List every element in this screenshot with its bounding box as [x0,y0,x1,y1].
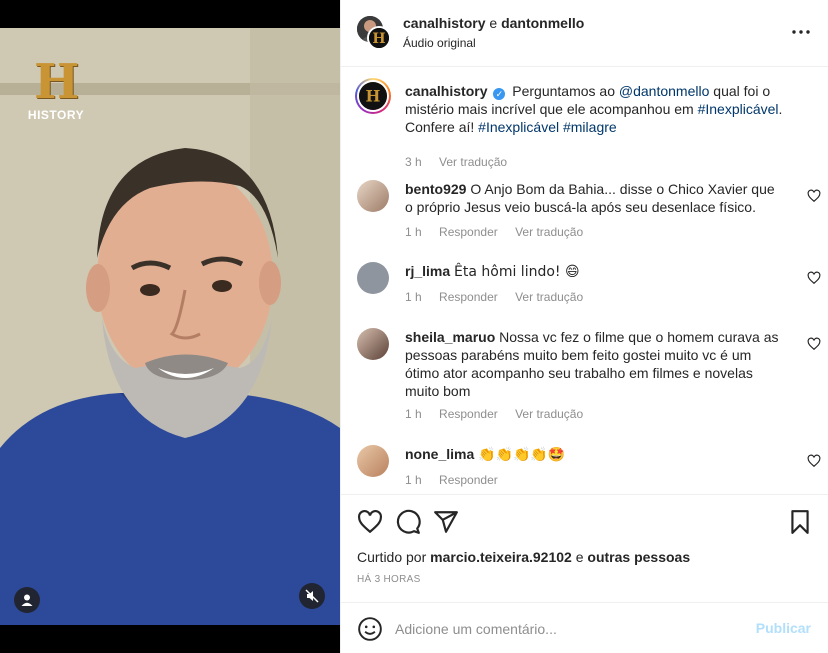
caption-text: canalhistory ✓ Perguntamos ao @dantonmel… [405,82,785,136]
video-letterbox-top [0,0,340,28]
save-bookmark-icon[interactable] [787,509,813,535]
comment-meta: 1 h Responder [405,473,512,487]
history-avatar[interactable]: H [367,26,391,50]
comment-username[interactable]: bento929 [405,181,466,197]
comment-username[interactable]: rj_lima [405,263,450,279]
reply-button[interactable]: Responder [439,473,498,487]
audio-label[interactable]: Áudio original [403,36,476,50]
post-header: H canalhistory e dantonmello Áudio origi… [341,0,828,67]
comment-bubble-icon[interactable] [395,509,421,535]
translate-link[interactable]: Ver tradução [439,155,507,169]
comment-body: none_lima 👏👏👏👏🤩 [405,445,785,464]
likes-summary: Curtido por marcio.teixeira.92102 e outr… [357,549,690,565]
verified-badge-icon: ✓ [493,88,506,100]
reply-button[interactable]: Responder [439,290,498,304]
tagged-users-button[interactable] [14,587,40,613]
emoji-smiley-icon[interactable] [357,616,383,642]
comment-body: rj_lima Êta hômi lindo! 😄 [405,262,785,281]
likes-joiner: e [575,549,584,565]
publish-button[interactable]: Publicar [756,620,811,636]
post-actions: Curtido por marcio.teixeira.92102 e outr… [341,494,828,602]
caption-username[interactable]: canalhistory [405,83,487,99]
comment-meta: 1 h Responder Ver tradução [405,290,597,304]
commenter-avatar[interactable] [357,328,389,360]
video-pane[interactable]: H HISTORY [0,0,340,653]
comment-input[interactable] [395,617,745,641]
comment-item: rj_lima Êta hômi lindo! 😄 1 h Responder … [357,262,821,306]
commenter-avatar[interactable] [357,262,389,294]
commenter-avatar[interactable] [357,180,389,212]
like-comment-heart-icon[interactable] [807,189,821,203]
caption-meta: 3 h Ver tradução [405,155,521,169]
ellipsis-icon [792,30,810,34]
caption-avatar[interactable]: H [355,78,391,114]
more-options-button[interactable] [789,22,813,42]
history-h-icon: H [369,28,389,48]
like-comment-heart-icon[interactable] [807,454,821,468]
comment-username[interactable]: sheila_maruo [405,329,495,345]
video-letterbox-bottom [0,625,340,653]
post-authors: canalhistory e dantonmello [403,15,584,31]
svg-text:H: H [372,31,385,47]
comment-time[interactable]: 1 h [405,473,422,487]
svg-text:H: H [366,86,381,105]
like-comment-heart-icon[interactable] [807,271,821,285]
post-caption: H canalhistory ✓ Perguntamos ao @dantonm… [355,78,813,169]
authors-joiner: e [489,15,498,31]
comment-body: sheila_maruo Nossa vc fez o filme que o … [405,328,785,400]
like-heart-icon[interactable] [357,509,383,535]
author-link-dantonmello[interactable]: dantonmello [501,15,584,31]
liker-username[interactable]: marcio.teixeira.92102 [430,549,572,565]
comment-meta: 1 h Responder Ver tradução [405,225,597,239]
history-logo-text: HISTORY [27,108,85,122]
mute-toggle-button[interactable] [299,583,325,609]
person-icon [21,594,33,606]
comments-list[interactable]: H canalhistory ✓ Perguntamos ao @dantonm… [341,68,828,494]
translate-link[interactable]: Ver tradução [515,225,583,239]
post-details-panel: H canalhistory e dantonmello Áudio origi… [340,0,828,653]
likes-prefix: Curtido por [357,549,427,565]
history-logo-letter: H [34,54,80,110]
translate-link[interactable]: Ver tradução [515,407,583,421]
history-h-icon: H [357,80,389,112]
video-frame[interactable]: H HISTORY [0,28,340,625]
comment-meta: 1 h Responder Ver tradução [405,407,597,421]
comment-item: bento929 O Anjo Bom da Bahia... disse o … [357,180,821,244]
caption-text-part: Perguntamos ao [512,83,615,99]
caption-time[interactable]: 3 h [405,155,422,169]
like-comment-heart-icon[interactable] [807,337,821,351]
comment-username[interactable]: none_lima [405,446,474,462]
hashtag-link[interactable]: #Inexplicável [698,101,779,117]
add-comment-bar: Publicar [341,602,828,653]
mention-link[interactable]: @dantonmello [619,83,710,99]
comment-time[interactable]: 1 h [405,407,422,421]
comment-time[interactable]: 1 h [405,290,422,304]
comment-item: none_lima 👏👏👏👏🤩 1 h Responder [357,445,821,489]
comment-time[interactable]: 1 h [405,225,422,239]
instagram-post-view: H HISTORY H canalhistory e dantonmello Á… [0,0,828,653]
comment-text: Êta hômi lindo! 😄 [454,264,580,280]
comment-item: sheila_maruo Nossa vc fez o filme que o … [357,328,821,428]
author-link-canalhistory[interactable]: canalhistory [403,15,485,31]
translate-link[interactable]: Ver tradução [515,290,583,304]
likes-others-link[interactable]: outras pessoas [587,549,690,565]
hashtag-link[interactable]: #milagre [563,119,617,135]
comment-body: bento929 O Anjo Bom da Bahia... disse o … [405,180,785,216]
hashtag-link[interactable]: #Inexplicável [478,119,559,135]
speaker-muted-icon [305,589,319,603]
comment-text: 👏👏👏👏🤩 [478,447,566,463]
history-channel-logo: H HISTORY [26,58,86,126]
reply-button[interactable]: Responder [439,407,498,421]
share-paper-plane-icon[interactable] [433,509,459,535]
post-timestamp[interactable]: HÁ 3 HORAS [357,574,421,585]
reply-button[interactable]: Responder [439,225,498,239]
commenter-avatar[interactable] [357,445,389,477]
